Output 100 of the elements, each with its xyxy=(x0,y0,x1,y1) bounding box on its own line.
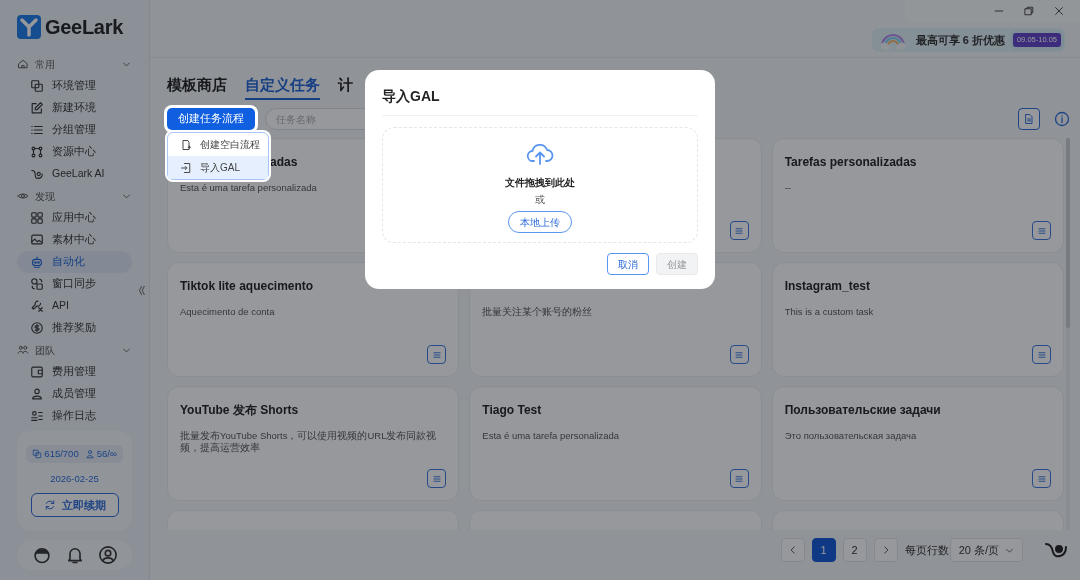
section-header[interactable]: 发现 xyxy=(17,185,132,207)
devices-icon xyxy=(30,79,44,93)
task-card[interactable]: Tarefas personalizadas -- xyxy=(771,138,1064,253)
bird-icon xyxy=(30,167,44,181)
sidebar-item[interactable]: 环境管理 xyxy=(17,75,132,97)
upload-button[interactable]: 本地上传 xyxy=(508,211,572,233)
card-description: -- xyxy=(784,182,792,194)
file-icon xyxy=(1023,113,1035,125)
sidebar-item[interactable]: 费用管理 xyxy=(17,361,132,383)
task-card[interactable]: Instagram_test This is a custom task xyxy=(771,262,1064,377)
card-description: 批量关注某个账号的粉丝 xyxy=(482,306,594,318)
member-count: 56/∞ xyxy=(96,446,117,461)
details-button[interactable] xyxy=(427,469,447,488)
document-button[interactable] xyxy=(1018,108,1040,130)
card-description: 批量发布YouTube Shorts，可以使用视频的URL发布同款视频，提高运营效率 xyxy=(180,430,438,454)
card-title: Tarefas personalizadas xyxy=(784,154,918,170)
logo-icon xyxy=(17,15,41,39)
drop-hint: 文件拖拽到此处 xyxy=(505,176,575,190)
or-text: 或 xyxy=(535,193,545,207)
task-card[interactable]: Tiago Test Esta é uma tarefa personalizada xyxy=(469,386,762,501)
apps-icon xyxy=(30,211,44,225)
tab[interactable]: 计 xyxy=(338,72,353,100)
sidebar-item[interactable]: 应用中心 xyxy=(17,207,132,229)
device-count: 615/700 xyxy=(44,446,79,461)
sidebar-item[interactable]: 操作日志 xyxy=(17,405,132,427)
cancel-button[interactable]: 取消 xyxy=(607,253,649,275)
section-header[interactable]: 团队 xyxy=(17,339,132,361)
tab[interactable]: 自定义任务 xyxy=(245,72,320,100)
tool-icon xyxy=(30,299,44,313)
eye-logo-icon[interactable] xyxy=(1044,540,1068,560)
avatar-icon[interactable] xyxy=(31,545,52,566)
card-description: Aquecimento de conta xyxy=(180,306,276,318)
card-title: adas xyxy=(270,154,298,170)
wallet-icon xyxy=(30,365,44,379)
restore-icon[interactable] xyxy=(1023,5,1035,17)
details-button[interactable] xyxy=(1032,469,1051,488)
app-logo-text: GeeLark xyxy=(45,15,123,40)
details-button[interactable] xyxy=(729,221,749,240)
details-button[interactable] xyxy=(729,345,749,364)
section-header[interactable]: 常用 xyxy=(17,53,132,75)
file-add-icon xyxy=(180,138,192,151)
card-description: Это пользовательская задача xyxy=(784,430,918,442)
card-description: Esta é uma tarefa personalizada xyxy=(180,182,318,194)
robot-icon xyxy=(30,255,44,269)
card-description: This is a custom task xyxy=(784,306,875,318)
menu-item[interactable]: 导入GAL xyxy=(168,156,268,179)
card-title: Tiktok lite aquecimento xyxy=(180,278,315,294)
info-icon[interactable] xyxy=(1054,111,1070,127)
card-title: Tiago Test xyxy=(482,402,543,418)
task-card[interactable]: Tiktok lite aquecimento Aquecimento de conta xyxy=(167,262,460,377)
profile-icon[interactable] xyxy=(97,545,118,566)
devices-icon xyxy=(32,449,43,459)
details-button[interactable] xyxy=(1032,221,1051,240)
expiry-date: 2026-02-25 xyxy=(50,472,99,486)
image-icon xyxy=(30,233,44,247)
eye-icon xyxy=(17,190,29,202)
refresh-icon xyxy=(43,499,56,512)
details-button[interactable] xyxy=(427,345,447,364)
sidebar-item[interactable]: 新建环境 xyxy=(17,97,132,119)
sidebar-item[interactable]: 窗口同步 xyxy=(17,273,132,295)
task-card[interactable]: YouTube 发布 Shorts 批量发布YouTube Shorts，可以使用视频的URL发布同款视频，提高运营效率 xyxy=(167,386,460,501)
import-icon xyxy=(180,161,192,174)
sidebar-item[interactable]: 资源中心 xyxy=(17,141,132,163)
user-icon xyxy=(30,387,44,401)
sidebar-item[interactable]: 素材中心 xyxy=(17,229,132,251)
page-button[interactable]: 2 xyxy=(842,538,867,562)
close-icon[interactable] xyxy=(1053,5,1065,17)
collapse-icon xyxy=(136,284,147,297)
edit-icon xyxy=(30,101,44,115)
user-icon xyxy=(84,449,95,459)
sidebar-item[interactable]: 成员管理 xyxy=(17,383,132,405)
card-title: Instagram_test xyxy=(784,278,872,294)
nodes-icon xyxy=(30,145,44,159)
details-button[interactable] xyxy=(729,469,749,488)
task-card[interactable]: Пользовательские задачи Это пользовательская задача xyxy=(771,386,1064,501)
cloud-upload-icon xyxy=(526,142,554,166)
card-title: YouTube 发布 Shorts xyxy=(180,402,300,418)
tab[interactable]: 模板商店 xyxy=(167,72,227,100)
sidebar-item[interactable]: GeeLark AI xyxy=(17,163,132,185)
rows-per-page-label: 每页行数 xyxy=(904,542,949,558)
create-flow-button[interactable]: 创建任务流程 xyxy=(167,108,255,130)
sidebar-item[interactable]: 自动化 xyxy=(17,251,132,273)
dialog-title: 导入GAL xyxy=(382,86,698,116)
promo-text: 最高可享 6 折优惠 xyxy=(915,32,1005,48)
page-button[interactable]: 1 xyxy=(811,538,836,562)
team-icon xyxy=(17,344,29,356)
list-icon xyxy=(30,123,44,137)
sync-icon xyxy=(30,277,44,291)
home-icon xyxy=(17,58,29,70)
sidebar-item[interactable]: API xyxy=(17,295,132,317)
dollar-icon xyxy=(30,321,44,335)
details-button[interactable] xyxy=(1032,345,1051,364)
page-size-select[interactable]: 20 条/页 xyxy=(949,538,1023,562)
card-title: Пользовательские задачи xyxy=(784,402,942,418)
sidebar-item[interactable]: 分组管理 xyxy=(17,119,132,141)
card-description: Esta é uma tarefa personalizada xyxy=(482,430,621,442)
sidebar-item[interactable]: 推荐奖励 xyxy=(17,317,132,339)
drop-zone[interactable]: 文件拖拽到此处 或 本地上传 xyxy=(382,127,698,243)
renew-button[interactable]: 立即续期 xyxy=(30,493,119,518)
id-card-icon xyxy=(30,409,44,423)
